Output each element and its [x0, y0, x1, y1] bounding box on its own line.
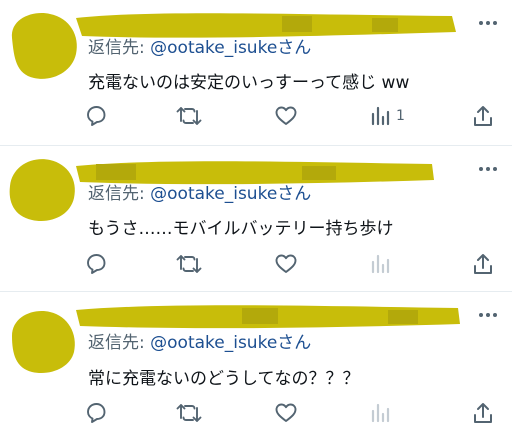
share-button[interactable] — [472, 400, 494, 426]
reply-item[interactable]: 返信先: @ootake_isukeさん 常に充電ないのどうしてなの？？？ — [0, 292, 512, 435]
repost-button[interactable] — [176, 251, 202, 277]
reply-item[interactable]: 返信先: @ootake_isukeさん もうさ……モバイルバッテリー持ち歩け — [0, 146, 512, 292]
reply-button[interactable] — [84, 103, 108, 129]
views-bar-chart-icon — [371, 254, 390, 274]
comment-icon — [87, 254, 106, 274]
action-bar — [0, 400, 512, 426]
reply-text: もうさ……モバイルバッテリー持ち歩け — [88, 219, 394, 239]
reply-to-handle-suffix: さん — [277, 184, 312, 204]
reply-text: 常に充電ないのどうしてなの？？？ — [88, 369, 360, 389]
more-icon[interactable] — [476, 304, 500, 326]
share-icon — [474, 254, 492, 274]
reply-to-line: 返信先: @ootake_isukeさん — [88, 184, 311, 204]
reply-to-handle-suffix: さん — [277, 38, 312, 58]
reply-text: 充電ないのは安定のいっすーって感じ ww — [88, 73, 410, 93]
reply-to-line: 返信先: @ootake_isukeさん — [88, 333, 311, 353]
share-button[interactable] — [472, 103, 494, 129]
share-icon — [474, 106, 492, 126]
avatar[interactable] — [4, 8, 82, 82]
views-button[interactable] — [370, 400, 396, 426]
reply-to-prefix: 返信先: — [88, 333, 145, 353]
repost-icon — [176, 404, 202, 422]
comment-icon — [87, 403, 106, 423]
like-button[interactable] — [274, 251, 298, 277]
heart-icon — [275, 106, 297, 125]
heart-icon — [275, 254, 297, 273]
reply-button[interactable] — [84, 251, 108, 277]
more-icon[interactable] — [476, 158, 500, 180]
reply-button[interactable] — [84, 400, 108, 426]
reply-to-handle-link[interactable]: @ootake_isuke — [150, 333, 277, 353]
action-bar — [0, 251, 512, 277]
share-button[interactable] — [472, 251, 494, 277]
like-button[interactable] — [274, 103, 298, 129]
reply-to-handle-link[interactable]: @ootake_isuke — [150, 184, 277, 204]
share-icon — [474, 403, 492, 423]
redacted-name-scribble — [76, 305, 460, 329]
views-bar-chart-icon — [371, 403, 390, 423]
repost-button[interactable] — [176, 400, 202, 426]
repost-icon — [176, 107, 202, 125]
repost-icon — [176, 255, 202, 273]
views-bar-chart-icon — [371, 106, 390, 126]
reply-to-prefix: 返信先: — [88, 38, 145, 58]
action-bar: 1 — [0, 103, 512, 129]
reply-to-prefix: 返信先: — [88, 184, 145, 204]
repost-button[interactable] — [176, 103, 202, 129]
reply-to-line: 返信先: @ootake_isukeさん — [88, 38, 311, 58]
avatar[interactable] — [4, 152, 82, 226]
like-button[interactable] — [274, 400, 298, 426]
reply-to-handle-suffix: さん — [277, 333, 312, 353]
views-count: 1 — [396, 108, 405, 124]
avatar[interactable] — [4, 304, 82, 378]
more-icon[interactable] — [476, 12, 500, 34]
views-button[interactable]: 1 — [370, 103, 405, 129]
comment-icon — [87, 106, 106, 126]
heart-icon — [275, 403, 297, 422]
reply-to-handle-link[interactable]: @ootake_isuke — [150, 38, 277, 58]
reply-item[interactable]: 返信先: @ootake_isukeさん 充電ないのは安定のいっすーって感じ w… — [0, 0, 512, 146]
views-button[interactable] — [370, 251, 396, 277]
